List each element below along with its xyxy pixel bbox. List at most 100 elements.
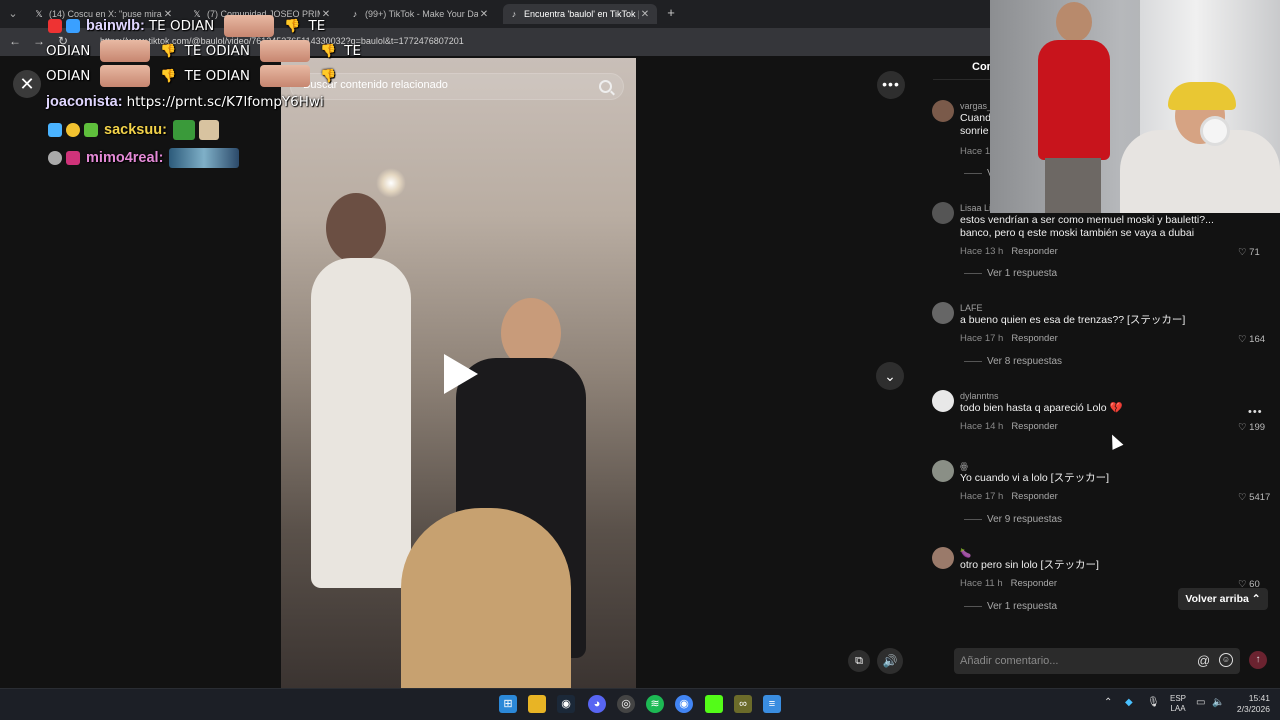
kick-icon[interactable]: [705, 695, 723, 713]
more-options-button[interactable]: •••: [877, 71, 905, 99]
badge-icon: [66, 151, 80, 165]
tab-close-icon[interactable]: ✕: [478, 9, 490, 20]
view-replies-link[interactable]: Ver 1 respuesta: [964, 268, 1057, 279]
emote-image: [172, 120, 195, 140]
steam-icon[interactable]: ◉: [557, 695, 575, 713]
comment-text: estos vendrían a ser como memuel moski y…: [960, 214, 1214, 239]
notepad-icon[interactable]: ≡: [763, 695, 781, 713]
picture-in-picture-button[interactable]: ⧉: [848, 650, 870, 672]
comment-meta: Hace 11 h Responder: [960, 578, 1057, 589]
chat-text: TE: [308, 17, 326, 34]
comment-text: Yo cuando vi a lolo [ステッカー]: [960, 472, 1110, 484]
like-count: 5417: [1249, 492, 1271, 503]
discord-icon[interactable]: ◕: [588, 695, 606, 713]
keyboard-layout: LAA: [1170, 704, 1186, 713]
play-icon[interactable]: [444, 354, 478, 394]
chat-text: ODIAN: [46, 42, 91, 59]
next-video-button[interactable]: ⌄: [876, 362, 904, 390]
screen: ⌄ 𝕏 (14) Coscu en X: "puse mirar fi ✕ 𝕏 …: [0, 0, 1280, 720]
search-icon[interactable]: [599, 80, 612, 93]
network-icon[interactable]: ▭: [1196, 697, 1205, 708]
chat-username: mimo4real:: [86, 149, 164, 166]
comment-username[interactable]: LAFE: [960, 303, 983, 313]
like-button[interactable]: ♡ 164: [1238, 334, 1265, 345]
comment-time: Hace 14 h: [960, 421, 1004, 432]
badge-icon: [48, 123, 62, 137]
heart-icon: ♡: [1238, 334, 1247, 345]
comment-meta: Hace 14 h Responder: [960, 421, 1058, 432]
tab-close-icon[interactable]: ✕: [639, 9, 651, 20]
video-frame-person-head: [326, 193, 386, 263]
reply-button[interactable]: Responder: [1011, 421, 1057, 432]
chat-message: sacksuu:: [46, 120, 221, 140]
mention-icon[interactable]: @: [1197, 653, 1210, 668]
headset-icon: [1200, 116, 1230, 146]
clock-time: 15:41: [1248, 693, 1270, 703]
tab-title: (99+) TikTok - Make Your Day: [365, 9, 478, 19]
comment-username[interactable]: vargas_: [960, 101, 992, 111]
chat-username: sacksuu:: [104, 121, 167, 138]
avatar[interactable]: [932, 202, 954, 224]
speaker-icon[interactable]: 🔈: [1212, 697, 1224, 708]
microphone-icon[interactable]: 🎙: [1147, 697, 1160, 708]
back-to-top-button[interactable]: Volver arriba ⌃: [1178, 588, 1268, 610]
heart-icon: ♡: [1238, 492, 1247, 503]
chat-username: bainwlb:: [86, 17, 145, 34]
emoji-icon[interactable]: ☺: [1219, 653, 1233, 667]
badge-icon: [48, 19, 62, 33]
volume-button[interactable]: 🔊: [877, 648, 903, 674]
windows-start-icon[interactable]: ⊞: [499, 695, 517, 713]
view-replies-link[interactable]: Ver 8 respuestas: [964, 356, 1062, 367]
comment-time: Hace 17 h: [960, 491, 1004, 502]
browser-tab-3[interactable]: ♪ (99+) TikTok - Make Your Day ✕: [344, 4, 496, 24]
webcam-person: [1045, 158, 1101, 213]
comment-more-icon[interactable]: •••: [1248, 406, 1263, 418]
like-count: 199: [1249, 422, 1266, 433]
spotify-icon[interactable]: ≋: [646, 695, 664, 713]
avatar[interactable]: [932, 100, 954, 122]
like-button[interactable]: ♡ 5417: [1238, 492, 1270, 503]
chat-text: ODIAN: [46, 67, 91, 84]
tray-app-icon[interactable]: ◆: [1125, 697, 1133, 708]
comment-text: otro pero sin lolo [ステッカー]: [960, 559, 1099, 571]
avatar[interactable]: [932, 302, 954, 324]
avatar[interactable]: [932, 460, 954, 482]
avatar[interactable]: [932, 390, 954, 412]
like-count: 71: [1249, 247, 1260, 258]
back-to-top-label: Volver arriba: [1185, 593, 1249, 605]
video-frame-person: [311, 258, 411, 588]
avatar[interactable]: [932, 547, 954, 569]
comment-username[interactable]: ꙮ: [960, 461, 968, 472]
thumbs-down-icon: 👎: [160, 42, 177, 58]
comment-input[interactable]: [960, 652, 1190, 670]
comment-username[interactable]: Lisaa Li: [960, 203, 991, 213]
reply-button[interactable]: Responder: [1011, 333, 1057, 344]
tiktok-icon: ♪: [511, 9, 517, 19]
thumbs-down-icon: 👎: [320, 42, 337, 58]
reply-button[interactable]: Responder: [1011, 578, 1057, 589]
app-icon[interactable]: ∞: [734, 695, 752, 713]
send-comment-button[interactable]: ↑: [1249, 651, 1267, 669]
file-explorer-icon[interactable]: [528, 695, 546, 713]
system-clock[interactable]: 15:41 2/3/2026: [1228, 693, 1270, 715]
reply-button[interactable]: Responder: [1011, 246, 1057, 257]
comment-username[interactable]: 🍆: [960, 548, 971, 559]
chat-message: bainwlb: TE ODIAN 👎 TE: [46, 15, 325, 37]
chrome-icon[interactable]: ◉: [675, 695, 693, 713]
like-button[interactable]: ♡ 71: [1238, 247, 1260, 258]
view-replies-link[interactable]: Ver 1 respuesta: [964, 601, 1057, 612]
browser-tab-4-active[interactable]: ♪ Encuentra 'baulol' en TikTok | B ✕: [503, 4, 657, 24]
like-button[interactable]: ♡ 199: [1238, 422, 1265, 433]
tray-chevron-icon[interactable]: ⌃: [1104, 697, 1112, 708]
badge-icon: [66, 19, 80, 33]
video-frame-person: [401, 508, 571, 688]
chat-username: joaconista:: [46, 94, 123, 110]
view-replies-link[interactable]: Ver 9 respuestas: [964, 514, 1062, 525]
app-icon[interactable]: ◎: [617, 695, 635, 713]
thumbs-down-icon: 👎: [320, 67, 337, 83]
comment-username[interactable]: dylanntns: [960, 391, 999, 401]
new-tab-button[interactable]: +: [664, 5, 678, 23]
reply-button[interactable]: Responder: [1011, 491, 1057, 502]
emote-image: [198, 120, 219, 140]
language-indicator[interactable]: ESP LAA: [1170, 694, 1186, 714]
